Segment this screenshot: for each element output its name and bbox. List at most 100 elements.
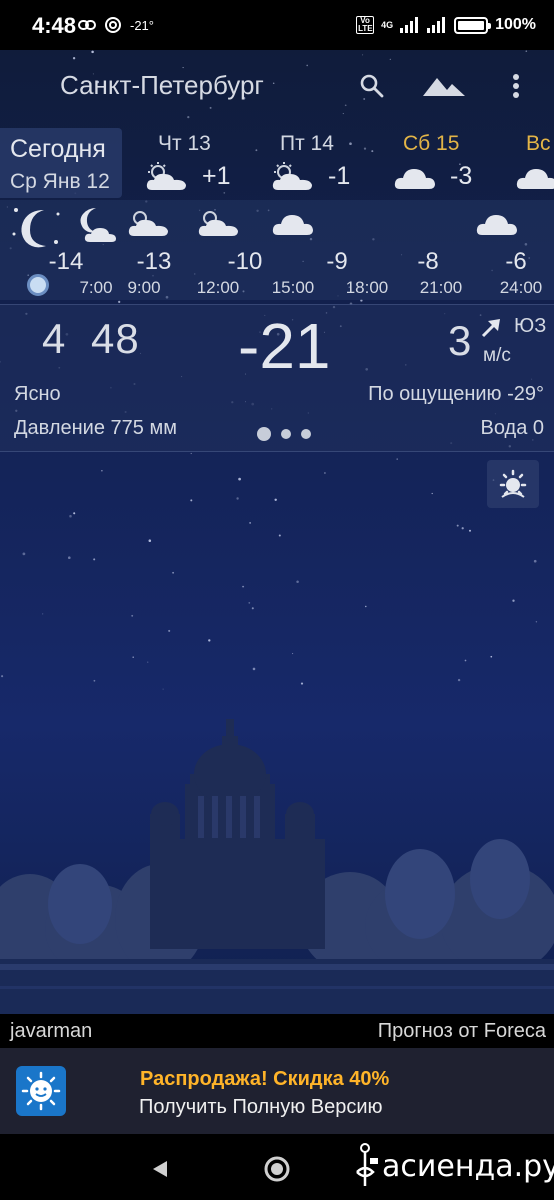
star bbox=[251, 607, 254, 610]
current-conditions[interactable]: 4 48 -21 3 ЮЗ м/с Ясно По ощущению -29° … bbox=[0, 304, 554, 452]
sun-icon bbox=[499, 469, 527, 498]
volte-badge: Vo LTE bbox=[356, 16, 375, 34]
star bbox=[118, 300, 121, 304]
hour-temp: -13 bbox=[136, 248, 172, 275]
cloud-icon bbox=[476, 215, 517, 235]
hour-time: 21:00 bbox=[419, 278, 463, 297]
star bbox=[249, 522, 251, 524]
star bbox=[296, 580, 299, 583]
nav-back-button[interactable] bbox=[145, 1154, 175, 1184]
navigation-bar: асиенда.ру bbox=[0, 1134, 554, 1200]
search-button[interactable] bbox=[354, 68, 390, 104]
status-temp: -21° bbox=[130, 17, 154, 33]
smiling-sun-icon bbox=[21, 1071, 61, 1111]
star bbox=[208, 639, 211, 642]
star bbox=[431, 492, 433, 495]
moon-cloud-icon bbox=[80, 208, 116, 242]
sun-moon-button[interactable] bbox=[487, 460, 539, 508]
star bbox=[147, 661, 149, 663]
network-type: 4G bbox=[381, 20, 394, 30]
water-temp-text: Вода 0 bbox=[480, 417, 545, 439]
nav-home-button[interactable] bbox=[262, 1154, 292, 1184]
more-button[interactable] bbox=[498, 68, 534, 104]
signal-icon-2 bbox=[427, 17, 446, 33]
day-tab-fri[interactable]: Пт 14 -1 bbox=[268, 128, 388, 198]
day-tabs: Сегодня Ср Янв 12 Чт 13 +1 Пт 14 -1 Сб 1… bbox=[0, 128, 554, 198]
hour-temp: -9 bbox=[326, 248, 348, 275]
screen: 4:48 -21° Vo LTE 4G 100% Санкт-Петербург… bbox=[0, 0, 554, 1200]
app-bar: Санкт-Петербург bbox=[0, 50, 554, 120]
day-tab-sun[interactable]: Вс bbox=[512, 128, 554, 198]
cloud-icon bbox=[272, 215, 313, 235]
day-name: Сб 15 bbox=[403, 132, 460, 155]
hour-time: 9:00 bbox=[127, 278, 161, 297]
star bbox=[69, 514, 72, 518]
day-tab-thu[interactable]: Чт 13 +1 bbox=[140, 128, 260, 198]
star bbox=[533, 559, 537, 563]
wind-speed: 3 bbox=[448, 317, 472, 364]
partly-cloudy-icon bbox=[272, 162, 312, 190]
day-tab-sat[interactable]: Сб 15 -3 bbox=[390, 128, 510, 198]
hour-time: 18:00 bbox=[345, 278, 389, 297]
star bbox=[490, 655, 493, 658]
star bbox=[148, 539, 152, 542]
condition-text: Ясно bbox=[14, 383, 61, 405]
app-logo-icon bbox=[16, 1066, 66, 1116]
star bbox=[67, 556, 71, 560]
day-name: Вс bbox=[526, 132, 551, 155]
star bbox=[42, 613, 44, 615]
photo-author[interactable]: javarman bbox=[10, 1020, 92, 1043]
watermark-logo-icon bbox=[356, 1143, 378, 1186]
star bbox=[131, 614, 134, 617]
status-right-icons: Vo LTE 4G 100% bbox=[356, 12, 536, 38]
partly-cloudy-icon bbox=[128, 211, 168, 236]
hourly-forecast[interactable]: -14 -13 -10 -9 -8 -6 7:00 9:00 12:00 15:… bbox=[0, 200, 554, 300]
background-button[interactable] bbox=[422, 68, 466, 104]
city-title[interactable]: Санкт-Петербург bbox=[60, 70, 264, 101]
weather-main: Санкт-Петербург Сегодня Ср Янв 12 Чт 13 bbox=[0, 50, 554, 1014]
star bbox=[535, 621, 538, 623]
hour-time: 15:00 bbox=[271, 278, 315, 297]
star bbox=[190, 499, 193, 502]
feels-like-text: По ощущению -29° bbox=[368, 383, 544, 405]
cloud-icon bbox=[394, 169, 435, 189]
battery-icon bbox=[454, 16, 492, 34]
wind-arrow-icon bbox=[481, 319, 500, 338]
star bbox=[468, 529, 472, 532]
today-label: Сегодня bbox=[10, 135, 106, 163]
forecast-source[interactable]: Прогноз от Foreca bbox=[378, 1020, 546, 1043]
home-circle-icon bbox=[264, 1156, 290, 1182]
star bbox=[278, 534, 281, 537]
star bbox=[93, 558, 96, 561]
star bbox=[73, 512, 76, 515]
page-indicator bbox=[257, 427, 311, 441]
star bbox=[461, 527, 464, 530]
day-name: Чт 13 bbox=[158, 132, 211, 155]
partly-cloudy-icon bbox=[146, 162, 186, 190]
page-dot bbox=[281, 429, 291, 439]
signal-icon bbox=[400, 17, 419, 33]
day-temp: -1 bbox=[328, 162, 351, 190]
current-hour-marker bbox=[27, 274, 49, 296]
day-tab-today[interactable]: Сегодня Ср Янв 12 bbox=[0, 128, 122, 198]
cathedral-scene bbox=[0, 719, 554, 1014]
link-icon bbox=[78, 20, 96, 30]
moon-stars-icon bbox=[12, 208, 60, 248]
promo-banner[interactable]: Распродажа! Скидка 40% Получить Полную В… bbox=[0, 1048, 554, 1134]
page-dot-active bbox=[257, 427, 271, 441]
cloud-icon bbox=[516, 169, 554, 189]
star bbox=[168, 629, 171, 632]
day-name: Пт 14 bbox=[280, 132, 334, 155]
sale-text: Распродажа! Скидка 40% bbox=[140, 1068, 390, 1090]
partly-cloudy-icon bbox=[198, 211, 238, 236]
current-temp: -21 bbox=[238, 310, 331, 382]
current-time: 4 48 bbox=[42, 315, 140, 362]
at-icon bbox=[105, 17, 121, 33]
hour-temp: -8 bbox=[417, 248, 439, 275]
wind-direction: ЮЗ bbox=[514, 315, 547, 337]
full-version-text: Получить Полную Версию bbox=[139, 1096, 383, 1118]
star bbox=[456, 524, 459, 527]
page-dot bbox=[301, 429, 311, 439]
photo-credits-bar: javarman Прогноз от Foreca bbox=[0, 1014, 554, 1048]
wind-unit: м/с bbox=[483, 345, 511, 366]
